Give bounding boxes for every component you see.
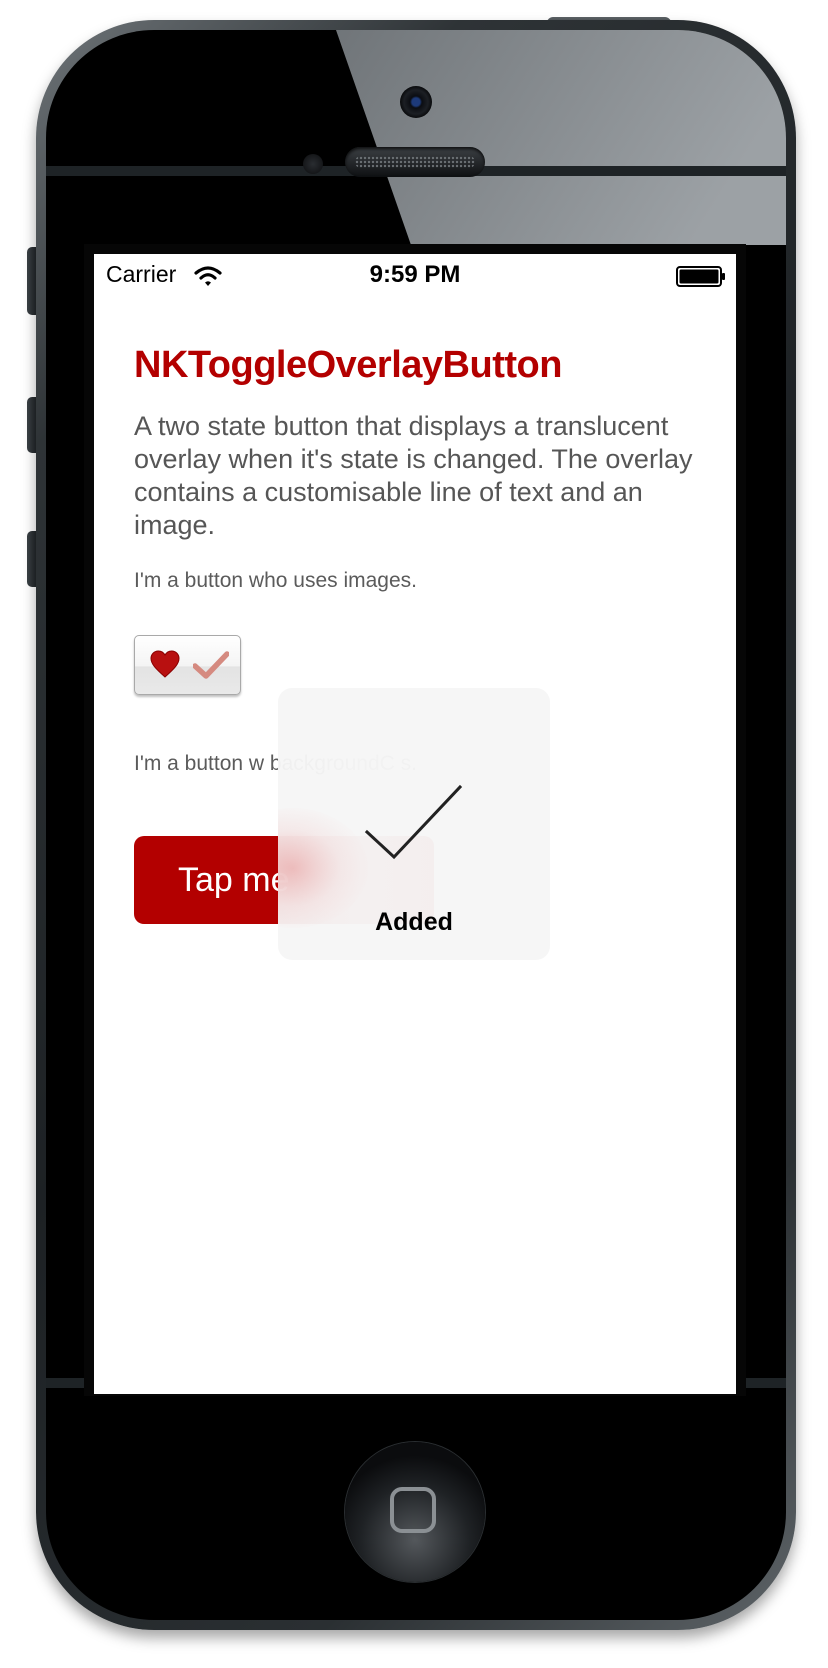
status-bar: Carrier 9:59 PM	[94, 254, 736, 294]
home-button[interactable]	[345, 1442, 485, 1582]
image-button-caption: I'm a button who uses images.	[134, 569, 417, 592]
proximity-sensor	[303, 154, 323, 174]
status-time: 9:59 PM	[369, 261, 461, 288]
page-title: NKToggleOverlayButton	[134, 344, 562, 386]
overlay-label: Added	[375, 908, 453, 936]
heart-icon	[150, 650, 180, 678]
home-square-icon	[390, 1487, 436, 1533]
app-screen: Carrier 9:59 PM NKToggleOverlayButton A …	[94, 254, 736, 1394]
check-icon	[364, 784, 463, 860]
battery-icon	[676, 266, 725, 287]
simulator-stage: Carrier 9:59 PM NKToggleOverlayButton A …	[0, 0, 828, 1668]
speaker-grill	[355, 156, 475, 168]
front-camera	[400, 86, 432, 118]
description-text: A two state button that displays a trans…	[134, 411, 693, 540]
image-toggle-button[interactable]	[134, 635, 241, 695]
toggle-overlay: Added	[278, 688, 550, 960]
earpiece-speaker	[345, 147, 485, 177]
check-icon	[193, 651, 229, 679]
